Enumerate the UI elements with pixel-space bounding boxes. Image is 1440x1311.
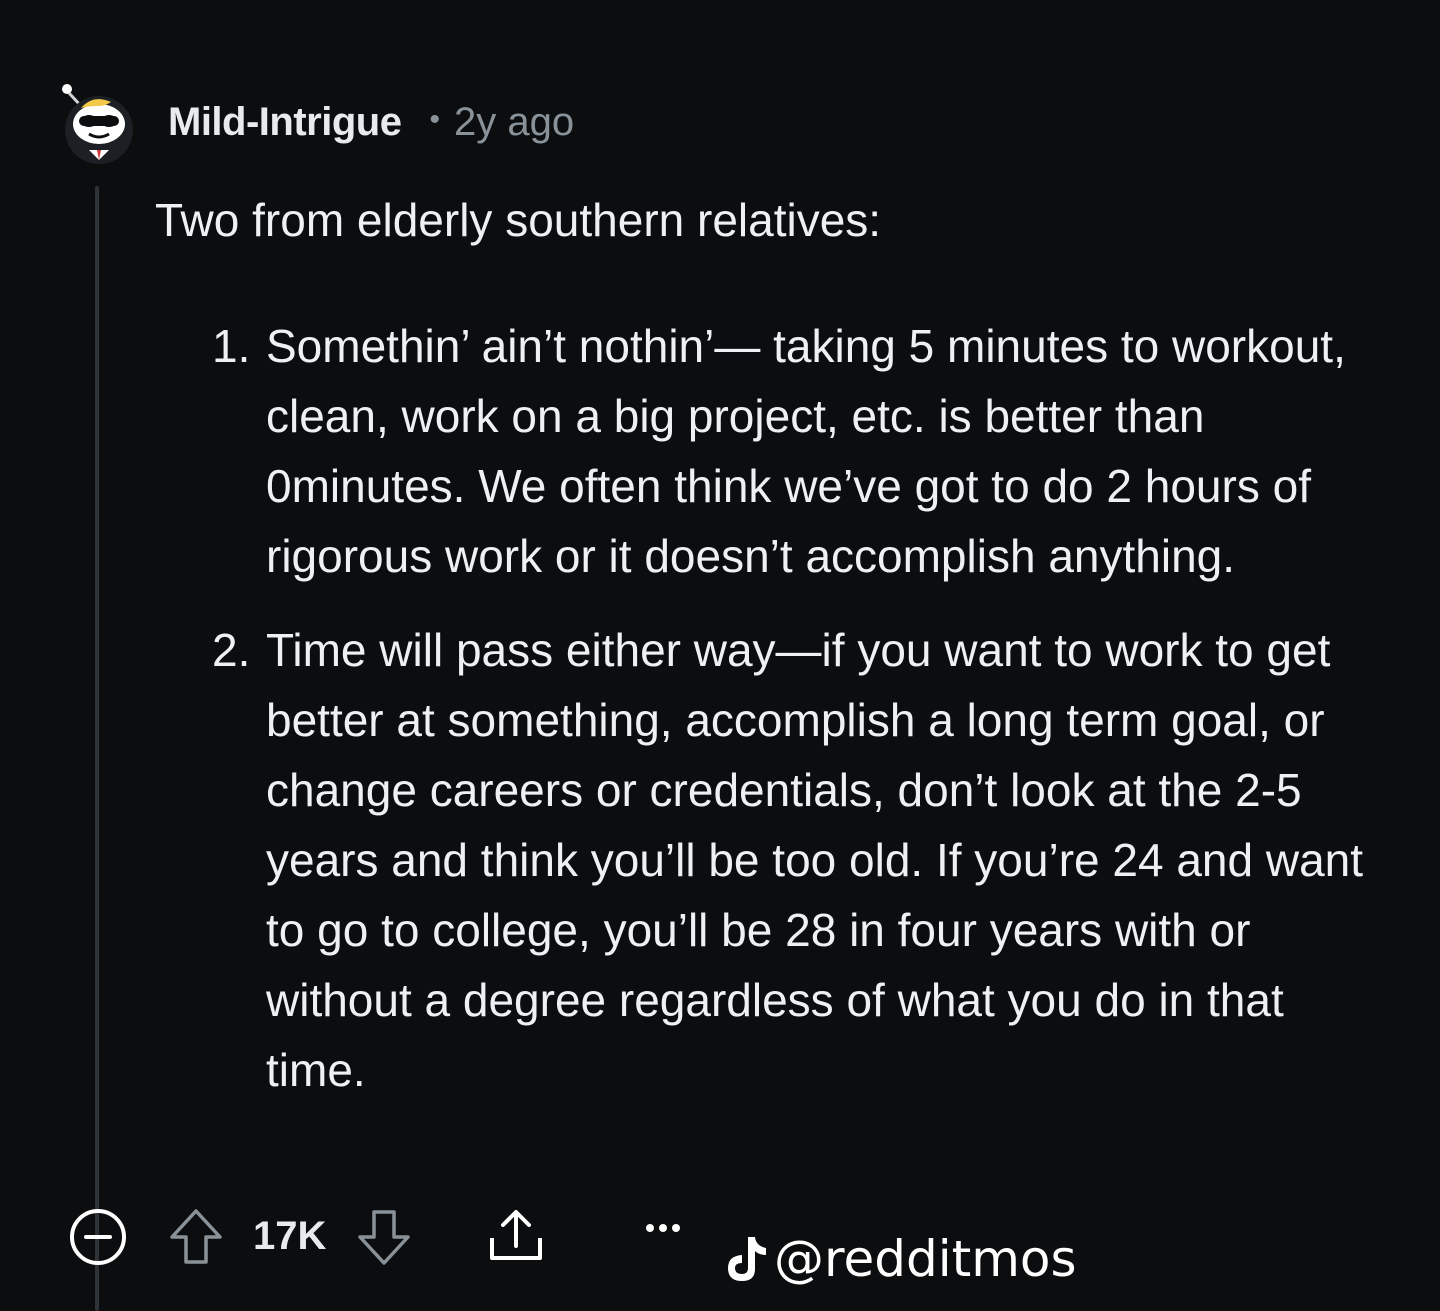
comment-list: 1. Somethin’ ain’t nothin’— taking 5 min… <box>212 311 1386 1129</box>
username[interactable]: Mild-Intrigue <box>168 100 402 145</box>
list-item-text: Time will pass either way—if you want to… <box>266 624 1364 1096</box>
watermark: @redditmos <box>722 1224 1077 1294</box>
tiktok-icon <box>728 1237 766 1281</box>
minus-circle-icon <box>70 1209 126 1265</box>
arrow-down-icon <box>358 1210 410 1265</box>
list-item-number: 2. <box>212 624 251 676</box>
comment-header: Mild-Intrigue • 2y ago <box>168 96 574 148</box>
snoo-avatar-icon <box>62 84 133 164</box>
thread-line <box>95 186 99 1311</box>
arrow-up-icon <box>170 1209 222 1264</box>
list-item: 1. Somethin’ ain’t nothin’— taking 5 min… <box>212 311 1386 591</box>
share-button[interactable] <box>487 1206 545 1264</box>
list-item: 2. Time will pass either way—if you want… <box>212 615 1386 1105</box>
collapse-button[interactable] <box>69 1208 127 1266</box>
upvote-button[interactable] <box>168 1206 224 1268</box>
comment-intro: Two from elderly southern relatives: <box>155 194 882 246</box>
watermark-handle: @redditmos <box>774 1230 1077 1288</box>
share-icon <box>490 1210 542 1260</box>
meta-separator: • <box>429 103 440 136</box>
downvote-button[interactable] <box>356 1206 412 1268</box>
ellipsis-icon <box>646 1224 680 1232</box>
list-item-number: 1. <box>212 320 251 372</box>
vote-score: 17K <box>253 1214 327 1258</box>
comment-actions: 17K <box>0 1200 1440 1280</box>
more-options-button[interactable] <box>640 1208 686 1248</box>
comment-age[interactable]: 2y ago <box>454 100 574 145</box>
list-item-text: Somethin’ ain’t nothin’— taking 5 minute… <box>266 320 1346 582</box>
avatar[interactable] <box>59 84 139 164</box>
